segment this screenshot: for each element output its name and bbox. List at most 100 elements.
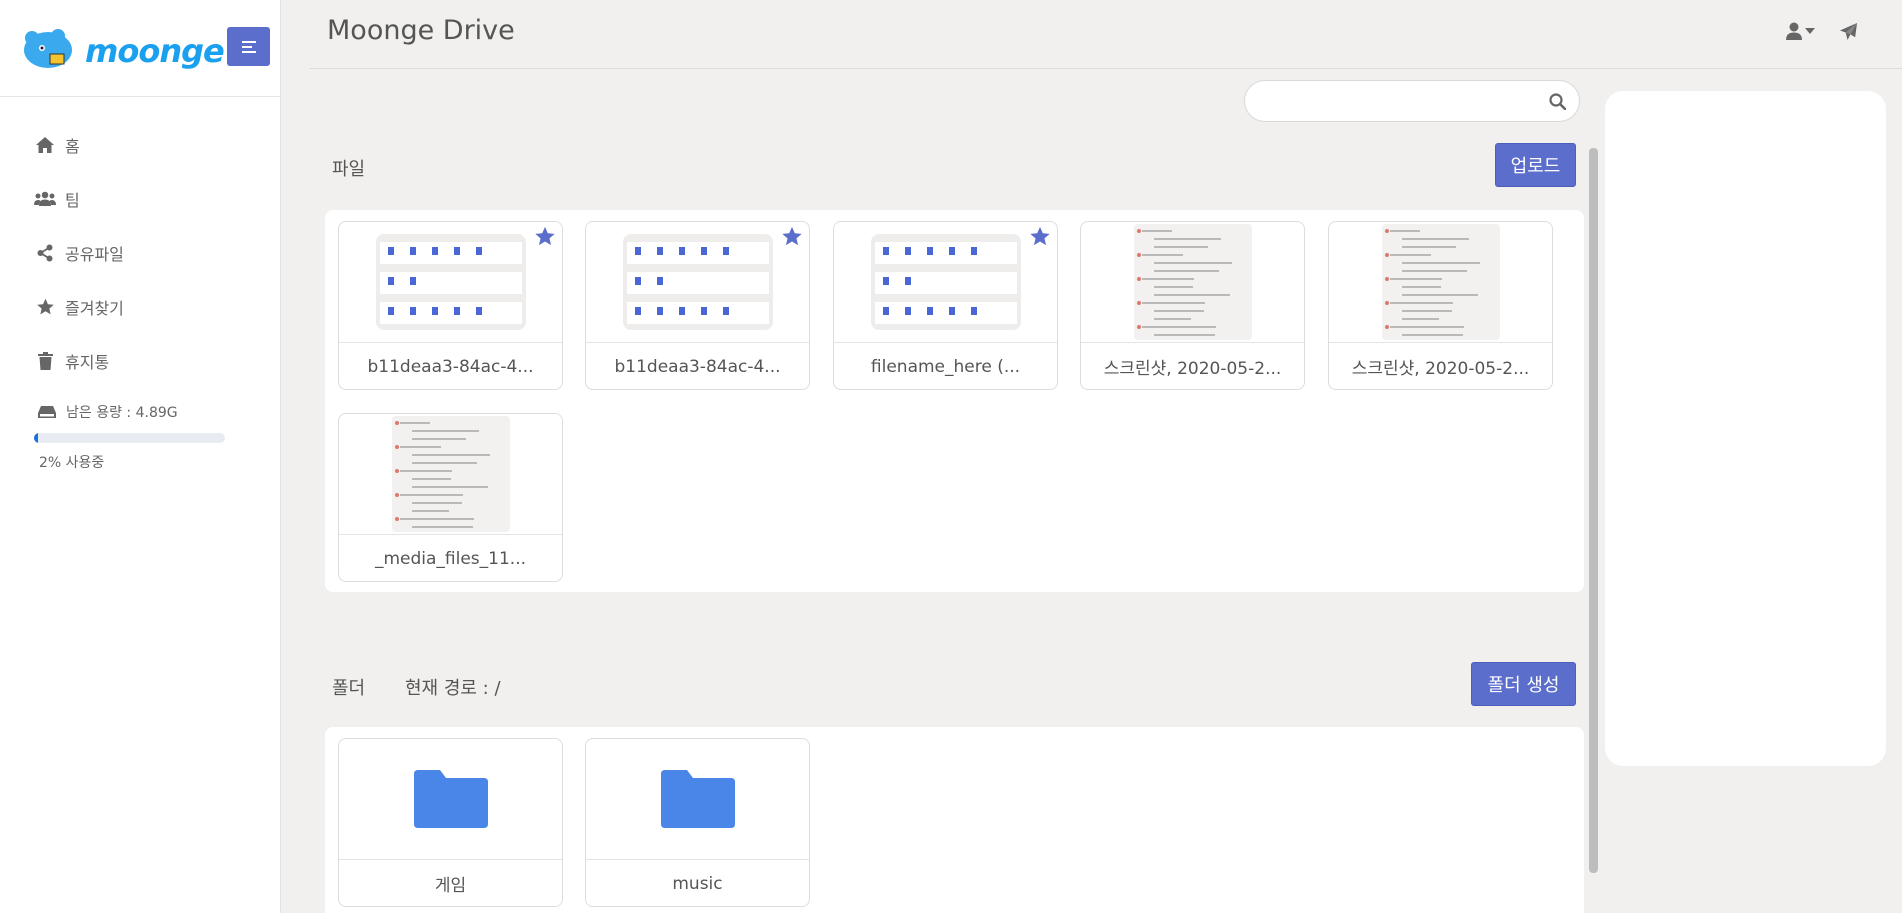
thumbnail-file-icon bbox=[926, 247, 933, 255]
thumbnail-text-line bbox=[1401, 262, 1480, 264]
thumbnail-text-line bbox=[1141, 326, 1216, 328]
sidebar-item-label: 홈 bbox=[65, 137, 80, 156]
thumbnail-text-line bbox=[1141, 278, 1194, 280]
file-card[interactable]: filename_here (... bbox=[833, 221, 1058, 390]
send-button[interactable] bbox=[1839, 22, 1858, 45]
thumbnail-file-icon bbox=[700, 307, 707, 315]
thumbnail-text-line bbox=[1401, 310, 1452, 312]
upload-button[interactable]: 업로드 bbox=[1495, 143, 1576, 187]
thumbnail-avatar bbox=[1136, 277, 1141, 281]
thumbnail-file-icon bbox=[970, 247, 977, 255]
scrollbar[interactable] bbox=[1589, 148, 1598, 873]
folder-card[interactable]: 게임 bbox=[338, 738, 563, 907]
sidebar-nav: 홈 팀 공유파일 즐겨찾기 휴지통 bbox=[34, 118, 124, 388]
logo-text: moonge bbox=[85, 32, 225, 70]
search-box bbox=[1244, 80, 1580, 122]
thumbnail-file-icon bbox=[409, 277, 416, 285]
sidebar-item-label: 팀 bbox=[65, 191, 80, 210]
grid-thumbnail bbox=[870, 234, 1021, 330]
thumbnail-file-icon bbox=[656, 247, 663, 255]
thumbnail-text-line bbox=[1401, 246, 1456, 248]
favorite-star-icon[interactable] bbox=[1029, 226, 1051, 247]
thumbnail-text-line bbox=[399, 446, 441, 448]
thumbnail-row bbox=[874, 272, 1017, 294]
user-menu-button[interactable] bbox=[1786, 22, 1815, 40]
thumbnail-avatar bbox=[1136, 253, 1141, 257]
file-card[interactable]: b11deaa3-84ac-4... bbox=[585, 221, 810, 390]
thumbnail-text-line bbox=[411, 454, 490, 456]
file-card[interactable]: _media_files_11... bbox=[338, 413, 563, 582]
sidebar-item-label: 즐겨찾기 bbox=[65, 299, 124, 318]
thumbnail-file-icon bbox=[722, 247, 729, 255]
sidebar-item-shared[interactable]: 공유파일 bbox=[34, 226, 124, 280]
thumbnail-row bbox=[874, 242, 1017, 264]
thumbnail-file-icon bbox=[882, 277, 889, 285]
thumbnail-text-line bbox=[1153, 246, 1208, 248]
thumbnail-file-icon bbox=[970, 307, 977, 315]
thumbnail-text-line bbox=[1401, 334, 1463, 336]
file-name: _media_files_11... bbox=[374, 548, 527, 569]
thumbnail-avatar bbox=[1136, 229, 1141, 233]
create-folder-button[interactable]: 폴더 생성 bbox=[1471, 662, 1576, 706]
thumbnail-text-line bbox=[411, 510, 449, 512]
thumbnail-avatar bbox=[394, 493, 399, 497]
thumbnail-text-line bbox=[1389, 254, 1431, 256]
thumbnail-text-line bbox=[1153, 270, 1219, 272]
search-input[interactable] bbox=[1263, 81, 1543, 121]
sidebar-item-team[interactable]: 팀 bbox=[34, 172, 124, 226]
thumbnail-file-icon bbox=[431, 247, 438, 255]
favorite-star-icon[interactable] bbox=[781, 226, 803, 247]
sidebar-item-home[interactable]: 홈 bbox=[34, 118, 124, 172]
thumbnail-text-line bbox=[1141, 254, 1183, 256]
thumbnail-text-line bbox=[411, 486, 488, 488]
thumbnail-file-icon bbox=[678, 307, 685, 315]
thumbnail-text-line bbox=[411, 478, 451, 480]
top-header: Moonge Drive bbox=[309, 0, 1902, 69]
file-thumbnail bbox=[834, 222, 1057, 343]
storage-usage: 2% 사용중 bbox=[39, 455, 105, 471]
sidebar-item-favorites[interactable]: 즐겨찾기 bbox=[34, 280, 124, 334]
sidebar-item-trash[interactable]: 휴지통 bbox=[34, 334, 124, 388]
thumbnail-row bbox=[626, 242, 769, 264]
thumbnail-text-line bbox=[1401, 270, 1467, 272]
favorite-star-icon[interactable] bbox=[534, 226, 556, 247]
file-card[interactable]: 스크린샷, 2020-05-2... bbox=[1328, 221, 1553, 390]
file-card[interactable]: b11deaa3-84ac-4... bbox=[338, 221, 563, 390]
thumbnail-row bbox=[626, 272, 769, 294]
thumbnail-text-line bbox=[1153, 334, 1215, 336]
paper-plane-icon bbox=[1839, 22, 1858, 41]
thumbnail-avatar bbox=[1384, 253, 1389, 257]
storage-info: 남은 용량 : 4.89G bbox=[38, 402, 178, 422]
file-thumbnail bbox=[586, 222, 809, 343]
thumbnail-text-line bbox=[399, 518, 474, 520]
thumbnail-file-icon bbox=[904, 277, 911, 285]
chat-thumbnail bbox=[1381, 224, 1500, 340]
folder-card[interactable]: music bbox=[585, 738, 810, 907]
thumbnail-file-icon bbox=[475, 247, 482, 255]
moonge-logo[interactable] bbox=[20, 28, 80, 76]
file-card[interactable]: 스크린샷, 2020-05-2... bbox=[1080, 221, 1305, 390]
thumbnail-row bbox=[379, 272, 522, 294]
search-icon[interactable] bbox=[1549, 93, 1566, 110]
thumbnail-text-line bbox=[1153, 294, 1230, 296]
thumbnail-avatar bbox=[1136, 301, 1141, 305]
folder-icon bbox=[660, 770, 735, 828]
sidebar-toggle-button[interactable] bbox=[227, 27, 270, 66]
thumbnail-text-line bbox=[1153, 318, 1191, 320]
hdd-icon bbox=[38, 406, 56, 418]
thumbnail-file-icon bbox=[904, 307, 911, 315]
current-path: 현재 경로 : / bbox=[405, 678, 501, 699]
thumbnail-text-line bbox=[411, 526, 473, 528]
thumbnail-text-line bbox=[1389, 230, 1420, 232]
storage-progress-fill bbox=[34, 433, 38, 443]
folder-name: 게임 bbox=[434, 876, 467, 896]
thumbnail-text-line bbox=[1153, 286, 1193, 288]
menu-line-icon bbox=[242, 50, 256, 53]
thumbnail-file-icon bbox=[387, 277, 394, 285]
thumbnail-file-icon bbox=[387, 247, 394, 255]
grid-thumbnail bbox=[622, 234, 773, 330]
thumbnail-file-icon bbox=[882, 307, 889, 315]
thumbnail-file-icon bbox=[656, 277, 663, 285]
folder-icon bbox=[413, 770, 488, 828]
thumbnail-avatar bbox=[394, 517, 399, 521]
